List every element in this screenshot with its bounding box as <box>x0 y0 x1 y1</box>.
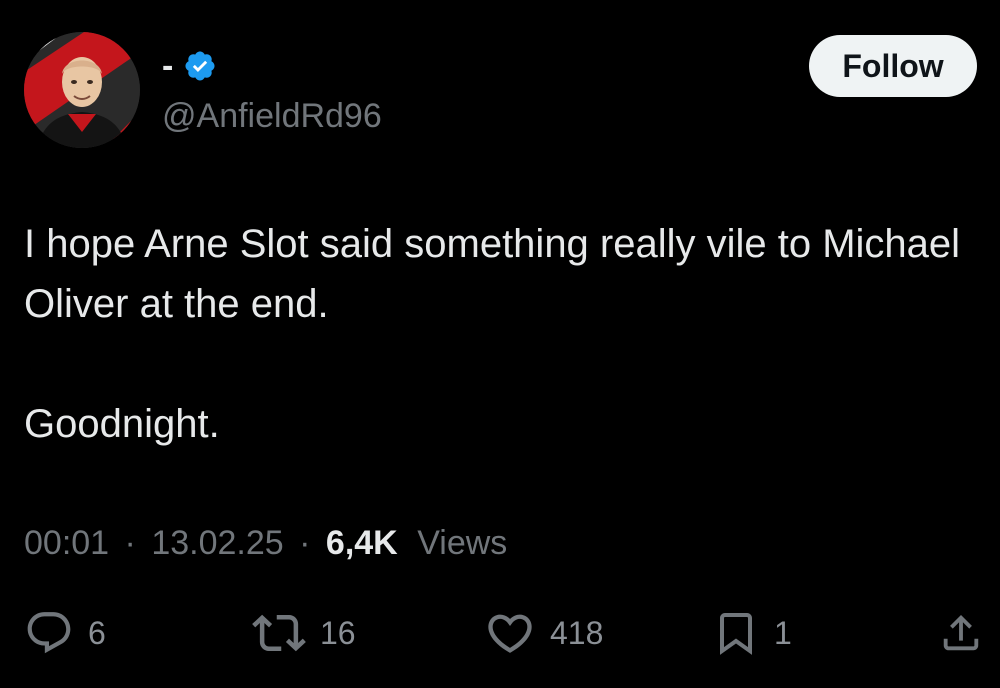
author-display-name[interactable]: - <box>162 44 173 88</box>
share-icon <box>943 614 979 651</box>
views-count[interactable]: 6,4K <box>326 524 398 562</box>
repost-count: 16 <box>320 614 356 651</box>
heart-icon <box>488 614 532 653</box>
tweet-meta: 00:01 · 13.02.25 · 6,4K Views <box>24 518 507 568</box>
share-button[interactable] <box>938 598 984 668</box>
bookmark-button[interactable]: 1 <box>712 598 792 668</box>
reply-button[interactable]: 6 <box>24 598 106 668</box>
tweet-time[interactable]: 00:01 <box>24 524 109 562</box>
tweet-card: - @AnfieldRd96 Follow I hope Arne Slot s… <box>0 0 1000 688</box>
repost-icon <box>252 614 306 652</box>
meta-separator: · <box>124 524 136 562</box>
tweet-paragraph: I hope Arne Slot said something really v… <box>24 222 961 326</box>
like-count: 418 <box>550 614 604 651</box>
avatar[interactable] <box>24 32 140 148</box>
views-label: Views <box>417 524 508 562</box>
tweet-paragraph: Goodnight. <box>24 402 220 446</box>
cartoon-portrait-avatar-icon <box>24 32 140 148</box>
action-bar: 6 16 418 1 <box>0 598 1000 668</box>
like-button[interactable]: 418 <box>484 598 603 668</box>
reply-icon <box>27 612 71 654</box>
tweet-date[interactable]: 13.02.25 <box>151 524 283 562</box>
verified-badge-icon[interactable] <box>183 49 217 83</box>
meta-separator: · <box>299 524 311 562</box>
author-handle[interactable]: @AnfieldRd96 <box>162 94 382 138</box>
tweet-text: I hope Arne Slot said something really v… <box>24 214 974 454</box>
bookmark-icon <box>720 613 752 655</box>
author-name-row: - <box>162 44 217 88</box>
follow-button[interactable]: Follow <box>809 35 977 97</box>
bookmark-count: 1 <box>774 614 792 651</box>
repost-button[interactable]: 16 <box>252 598 356 668</box>
reply-count: 6 <box>88 614 106 651</box>
